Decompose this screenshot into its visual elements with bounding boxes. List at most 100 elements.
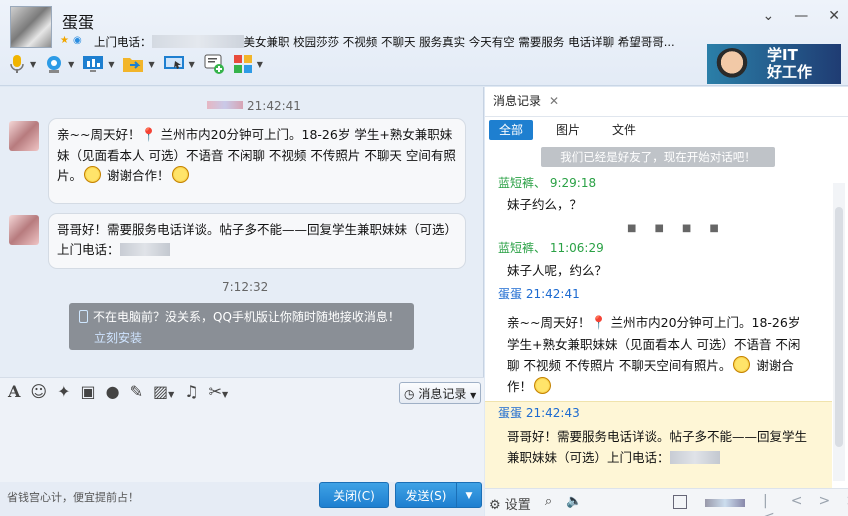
grin-emoji-icon (84, 166, 102, 183)
settings-button[interactable]: ⚙ 设置 (489, 494, 531, 513)
status-icons: ★ ◉ (60, 35, 86, 46)
apps-icon (233, 55, 252, 73)
message-history-button[interactable]: ◷ 消息记录 ▼ (399, 382, 481, 404)
ad-person-image (715, 48, 749, 84)
input-tool-icons: A ☺ ✦ ▣ ● ✎ ▨▼ ♫ ✂▼ (8, 382, 228, 401)
gif-icon[interactable]: ▣ (81, 382, 96, 401)
image-icon[interactable]: ▨▼ (153, 382, 174, 401)
history-pagination: |< < > >| (763, 493, 848, 516)
chevron-down-icon: ▼ (470, 391, 477, 400)
chat-toolbar: ▼ ▼ ▼ ▼ ▼ ▼ (8, 54, 263, 74)
microphone-icon (10, 55, 24, 73)
remote-desktop-button[interactable]: ▼ (163, 55, 195, 73)
close-button[interactable]: 关闭(C) (319, 482, 389, 508)
history-message: 亲~~周天好！📍 兰州市内20分钟可上门。18-26岁 学生+熟女兼职妹妹（见面… (507, 315, 801, 394)
screen-share-icon (83, 56, 104, 72)
contact-avatar[interactable] (10, 6, 52, 48)
message-bubble: 哥哥好！需要服务电话详谈。帖子多不能——回复学生兼职妹妹（可选）上门电话： (48, 213, 466, 269)
screenshot-scissors-icon[interactable]: ✂▼ (209, 382, 229, 401)
window-controls: ⌄ — ✕ (763, 8, 840, 24)
smile-emoji-icon (534, 377, 552, 394)
history-scrollbar[interactable] (833, 183, 845, 481)
speaker-icon[interactable]: 🔈 (566, 494, 582, 513)
message-history-panel: 消息记录 ✕ 全部 图片 文件 我们已经是好友了，现在开始对话吧！ 蓝短裤、 9:… (485, 87, 848, 516)
blurred-phone (151, 35, 244, 48)
install-link[interactable]: 立刻安装 (94, 329, 142, 346)
message-text: 哥哥好！需要服务电话详谈。帖子多不能——回复学生兼职妹妹（可选）上门电话： (57, 222, 458, 257)
qzone-icon[interactable]: ◉ (73, 35, 86, 46)
promo-text: 不在电脑前？没关系，QQ手机版让你随时随地接收消息！ (93, 310, 400, 324)
clock-icon: ◷ (404, 387, 415, 401)
message-text: 谢谢合作！ (103, 168, 170, 183)
camera-icon (47, 56, 62, 73)
history-sender: 蓝短裤、 11:06:29 (498, 241, 604, 255)
contact-signature: 上门电话： 美女兼职 校园莎莎 不视频 不聊天 服务真实 今天有空 需要服务 电话… (94, 34, 698, 50)
screen-share-button[interactable]: ▼ (82, 55, 114, 73)
location-pin-icon: 📍 (590, 316, 607, 331)
contact-name: 蛋蛋 (62, 13, 95, 32)
blurred-phone (669, 451, 720, 464)
history-tools: ⚙ 设置 ⌕ 🔈 (489, 494, 582, 513)
remote-desktop-icon (163, 56, 184, 69)
history-bottom-bar: ⚙ 设置 ⌕ 🔈 |< < > >| (485, 488, 848, 516)
calendar-icon[interactable] (673, 495, 687, 509)
ad-banner[interactable]: 学IT 好工作 (707, 44, 841, 84)
prev-page-icon[interactable]: < (791, 493, 803, 516)
send-button[interactable]: 发送(S) (395, 482, 457, 508)
history-filter-bar: 全部 图片 文件 (485, 116, 848, 142)
apps-button[interactable]: ▼ (233, 54, 263, 74)
filter-images[interactable]: 图片 (546, 120, 590, 140)
edit-icon[interactable]: ✎ (130, 382, 143, 401)
minimize-icon[interactable]: — (794, 8, 808, 24)
filter-files[interactable]: 文件 (602, 120, 646, 140)
send-sms-button[interactable] (203, 54, 225, 74)
chat-window-header: 蛋蛋 ★ ◉ 上门电话： 美女兼职 校园莎莎 不视频 不聊天 服务真实 今天有空 需… (0, 0, 848, 86)
dropdown-window-icon[interactable]: ⌄ (763, 8, 775, 24)
sender-avatar[interactable] (9, 215, 39, 245)
blurred-phone (119, 243, 170, 256)
close-window-icon[interactable]: ✕ (828, 8, 840, 24)
voice-call-button[interactable]: ▼ (8, 54, 36, 74)
history-message: 妹子人呢，约么？ (507, 263, 608, 278)
message-bubble: 亲~~周天好！📍 兰州市内20分钟可上门。18-26岁 学生+熟女兼职妹妹（见面… (48, 118, 466, 204)
grin-emoji-icon (733, 356, 751, 373)
history-sender: 蛋蛋 21:42:41 (498, 287, 580, 301)
filter-all[interactable]: 全部 (489, 120, 534, 140)
tab-message-history[interactable]: 消息记录 ✕ (493, 92, 559, 109)
chevron-down-icon[interactable]: ▼ (148, 60, 154, 69)
history-message: 妹子约么，？ (507, 197, 583, 212)
voice-message-icon[interactable]: ● (106, 382, 120, 401)
video-call-button[interactable]: ▼ (44, 54, 74, 74)
selected-history-message[interactable]: 蛋蛋 21:42:43 哥哥好！需要服务电话详谈。帖子多不能——回复学生兼职妹妹… (485, 401, 832, 488)
sms-icon (204, 54, 224, 74)
next-page-icon[interactable]: > (818, 493, 830, 516)
file-transfer-button[interactable]: ▼ (122, 55, 155, 73)
chevron-down-icon[interactable]: ▼ (30, 60, 36, 69)
chevron-down-icon[interactable]: ▼ (189, 60, 195, 69)
first-page-icon[interactable]: |< (763, 493, 775, 516)
scrollbar-thumb[interactable] (835, 207, 843, 447)
ad-tip-text[interactable]: 省钱宫心计，便宜提前占！ (7, 489, 139, 505)
font-icon[interactable]: A (8, 382, 20, 401)
message-input[interactable] (0, 407, 484, 482)
close-tab-icon[interactable]: ✕ (549, 94, 559, 108)
chevron-down-icon[interactable]: ▼ (257, 60, 263, 69)
message-timestamp: 7:12:32 (222, 280, 269, 294)
history-sender: 蛋蛋 21:42:43 (498, 406, 580, 420)
message-timestamp: 21:42:41 (207, 99, 301, 113)
ad-text-line2: 好工作 (767, 63, 813, 81)
friend-added-notice: 我们已经是好友了，现在开始对话吧！ (541, 147, 775, 167)
shake-icon[interactable]: ✦ (57, 382, 70, 401)
chat-message-area[interactable]: 21:42:41 亲~~周天好！📍 兰州市内20分钟可上门。18-26岁 学生+… (0, 87, 484, 377)
message-text: 亲~~周天好！ (57, 127, 141, 142)
chevron-down-icon[interactable]: ▼ (108, 60, 114, 69)
chevron-down-icon[interactable]: ▼ (68, 60, 74, 69)
send-options-dropdown[interactable]: ▼ (456, 482, 482, 508)
search-icon[interactable]: ⌕ (545, 494, 552, 513)
mobile-qq-promo: 不在电脑前？没关系，QQ手机版让你随时随地接收消息！ 立刻安装 (69, 303, 414, 350)
emoji-icon[interactable]: ☺ (30, 382, 47, 401)
gear-icon: ⚙ (489, 498, 501, 513)
music-icon[interactable]: ♫ (184, 382, 198, 401)
sender-avatar[interactable] (9, 121, 39, 151)
ad-text-line1: 学IT (767, 46, 798, 64)
